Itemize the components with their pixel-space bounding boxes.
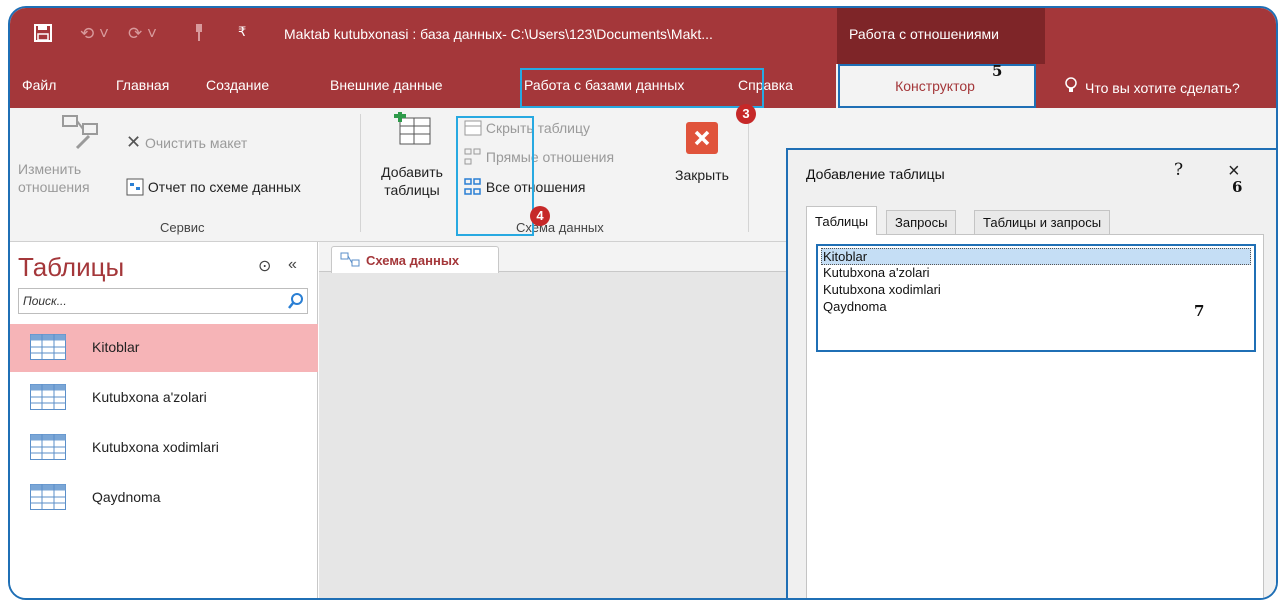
table-icon xyxy=(30,334,66,363)
context-tab-relationships: Работа с отношениями xyxy=(837,8,1045,64)
clear-icon: ✕ xyxy=(126,132,142,152)
nav-item-label: Kutubxona xodimlari xyxy=(92,439,219,455)
add-table-icon xyxy=(392,110,432,149)
table-icon xyxy=(30,434,66,463)
save-icon[interactable] xyxy=(34,24,52,47)
dialog-title: Добавление таблицы xyxy=(806,166,945,182)
undo-icon[interactable]: ⟲ ˅ xyxy=(80,24,109,44)
close-icon xyxy=(686,122,718,157)
close-relationships-button[interactable]: Закрыть xyxy=(668,122,736,183)
annotation-badge-3: 3 xyxy=(736,104,756,124)
nav-item-kitoblar[interactable]: Kitoblar xyxy=(10,324,318,372)
relationships-icon xyxy=(340,252,360,271)
nav-item-kutubxona-azolari[interactable]: Kutubxona a'zolari xyxy=(10,374,318,422)
nav-pane-title[interactable]: Таблицы xyxy=(18,252,124,283)
tab-create[interactable]: Создание xyxy=(206,77,269,93)
redo-icon[interactable]: ⟳ ˅ xyxy=(128,24,157,44)
nav-search-box[interactable] xyxy=(18,288,308,314)
annotation-badge-4: 4 xyxy=(530,206,550,226)
dialog-tab-tables[interactable]: Таблицы xyxy=(806,206,878,235)
add-tables-label-1: Добавить xyxy=(381,164,443,180)
app-window: ⟲ ˅ ⟳ ˅ ₹ Maktab kutubxonasi : база данн… xyxy=(8,6,1278,600)
pin-icon[interactable] xyxy=(194,24,204,47)
navigation-pane: Таблицы ⊙ « Kitoblar Kutubxona a'zolari … xyxy=(10,242,318,598)
table-list[interactable]: Kitoblar Kutubxona a'zolari Kutubxona xo… xyxy=(816,244,1256,352)
nav-item-label: Kitoblar xyxy=(92,339,140,355)
edit-relationships-button[interactable]: Изменить отношения xyxy=(18,112,122,208)
search-icon[interactable] xyxy=(287,292,305,313)
nav-item-qaydnoma[interactable]: Qaydnoma xyxy=(10,474,318,522)
ribbon-separator xyxy=(360,114,361,232)
edit-relationships-label-2: отношения xyxy=(18,179,90,195)
clear-layout-button[interactable]: ✕ Очистить макет xyxy=(126,132,247,153)
document-tab-label: Схема данных xyxy=(366,253,460,268)
nav-menu-icon[interactable]: ⊙ xyxy=(258,256,271,276)
add-tables-label-2: таблицы xyxy=(384,182,440,198)
annotation-number-5: 5 xyxy=(992,62,1003,80)
table-icon xyxy=(30,384,66,413)
highlight-all-relationships xyxy=(456,116,534,236)
tab-external-data[interactable]: Внешние данные xyxy=(330,77,443,93)
ribbon-separator xyxy=(748,114,749,232)
add-tables-button[interactable]: Добавить таблицы xyxy=(372,110,452,216)
show-table-dialog: Добавление таблицы ? × Таблицы Запросы Т… xyxy=(786,148,1276,598)
document-title: Maktab kutubxonasi : база данных- C:\Use… xyxy=(284,26,713,42)
report-icon xyxy=(126,178,144,199)
dialog-tab-both[interactable]: Таблицы и запросы xyxy=(974,210,1111,234)
nav-item-label: Qaydnoma xyxy=(92,489,161,505)
relationship-report-label: Отчет по схеме данных xyxy=(147,179,301,196)
annotation-number-6: 6 xyxy=(1232,178,1243,196)
highlight-design-tab xyxy=(838,64,1036,108)
list-item-qaydnoma[interactable]: Qaydnoma xyxy=(823,299,887,314)
help-icon[interactable]: ? xyxy=(1174,160,1183,180)
collapse-pane-icon[interactable]: « xyxy=(288,256,297,274)
tell-me-box[interactable]: Что вы хотите сделать? xyxy=(1065,77,1240,96)
tab-home[interactable]: Главная xyxy=(116,77,169,93)
title-bar: ⟲ ˅ ⟳ ˅ ₹ Maktab kutubxonasi : база данн… xyxy=(10,8,1276,64)
annotation-number-7: 7 xyxy=(1194,302,1205,320)
tell-me-label: Что вы хотите сделать? xyxy=(1085,80,1240,96)
nav-item-label: Kutubxona a'zolari xyxy=(92,389,207,405)
tab-file[interactable]: Файл xyxy=(22,77,56,93)
list-item-kitoblar[interactable]: Kitoblar xyxy=(821,248,1251,265)
lightbulb-icon xyxy=(1065,77,1077,96)
highlight-database-tools-tab xyxy=(520,68,764,108)
tab-relationships-document[interactable]: Схема данных xyxy=(331,246,499,273)
list-item-kutubxona-xodimlari[interactable]: Kutubxona xodimlari xyxy=(823,282,941,297)
close-label: Закрыть xyxy=(675,167,729,183)
search-input[interactable] xyxy=(19,289,281,313)
list-item-kutubxona-azolari[interactable]: Kutubxona a'zolari xyxy=(823,265,930,280)
dialog-tab-queries[interactable]: Запросы xyxy=(886,210,957,234)
edit-relationships-icon xyxy=(59,112,99,155)
edit-relationships-label-1: Изменить xyxy=(18,161,82,177)
table-icon xyxy=(30,484,66,513)
clear-layout-label: Очистить макет xyxy=(144,135,248,151)
relationship-report-button[interactable]: Отчет по схеме данных xyxy=(126,178,301,199)
customize-icon[interactable]: ₹ xyxy=(238,24,246,40)
tools-group-label: Сервис xyxy=(160,220,205,235)
nav-item-kutubxona-xodimlari[interactable]: Kutubxona xodimlari xyxy=(10,424,318,472)
